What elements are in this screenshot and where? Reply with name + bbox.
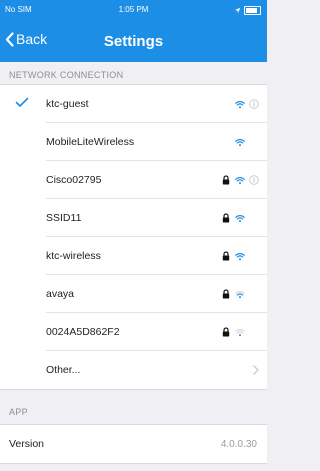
version-row: Version 4.0.0.30	[0, 425, 267, 463]
network-icons	[221, 161, 259, 199]
network-name: ktc-guest	[46, 98, 89, 110]
network-row[interactable]: Cisco02795	[0, 161, 267, 199]
network-row[interactable]: 0024A5D862F2	[0, 313, 267, 351]
network-name: MobileLiteWireless	[46, 136, 135, 148]
chevron-right-icon	[253, 351, 259, 389]
network-name: 0024A5D862F2	[46, 326, 120, 338]
status-bar: No SIM 1:05 PM	[0, 0, 267, 20]
lock-icon	[221, 212, 231, 224]
network-section-header: NETWORK CONNECTION	[9, 70, 124, 80]
wifi-icon	[235, 136, 245, 148]
network-icons	[221, 313, 259, 351]
location-icon	[234, 7, 241, 13]
network-name: Cisco02795	[46, 174, 102, 186]
network-row[interactable]: MobileLiteWireless	[0, 123, 267, 161]
network-row[interactable]: SSID11	[0, 199, 267, 237]
version-value: 4.0.0.30	[220, 438, 257, 450]
network-row[interactable]: ktc-wireless	[0, 237, 267, 275]
navigation-bar: Back Settings	[0, 24, 267, 62]
status-right	[234, 0, 261, 20]
lock-icon	[221, 326, 231, 338]
top-bar: No SIM 1:05 PM Back Settings	[0, 0, 267, 62]
wifi-icon	[235, 288, 245, 300]
info-icon[interactable]	[249, 174, 259, 186]
battery-icon	[244, 5, 261, 15]
network-icons	[221, 123, 259, 161]
network-row[interactable]: ktc-guest	[0, 85, 267, 123]
network-icons	[221, 199, 259, 237]
status-time: 1:05 PM	[118, 5, 149, 14]
lock-icon	[221, 288, 231, 300]
version-label: Version	[9, 438, 45, 450]
network-row[interactable]: avaya	[0, 275, 267, 313]
network-name: avaya	[46, 288, 75, 300]
app-list: Version 4.0.0.30	[0, 424, 267, 464]
info-icon[interactable]	[249, 98, 259, 110]
network-icons	[221, 275, 259, 313]
wifi-icon	[235, 250, 245, 262]
network-icons	[221, 85, 259, 123]
checkmark-icon	[15, 97, 29, 111]
other-network-label: Other...	[46, 364, 81, 376]
network-name: ktc-wireless	[46, 250, 101, 262]
wifi-icon	[235, 98, 245, 110]
network-icons	[221, 237, 259, 275]
lock-icon	[221, 250, 231, 262]
app-section-header: APP	[9, 407, 28, 417]
page-title: Settings	[103, 33, 164, 50]
wifi-icon	[235, 326, 245, 338]
network-name: SSID11	[46, 212, 82, 224]
wifi-icon	[235, 174, 245, 186]
network-list: ktc-guest MobileLiteWireless Cisco02795 SSI…	[0, 84, 267, 390]
wifi-icon	[235, 212, 245, 224]
other-network-row[interactable]: Other...	[0, 351, 267, 389]
lock-icon	[221, 174, 231, 186]
